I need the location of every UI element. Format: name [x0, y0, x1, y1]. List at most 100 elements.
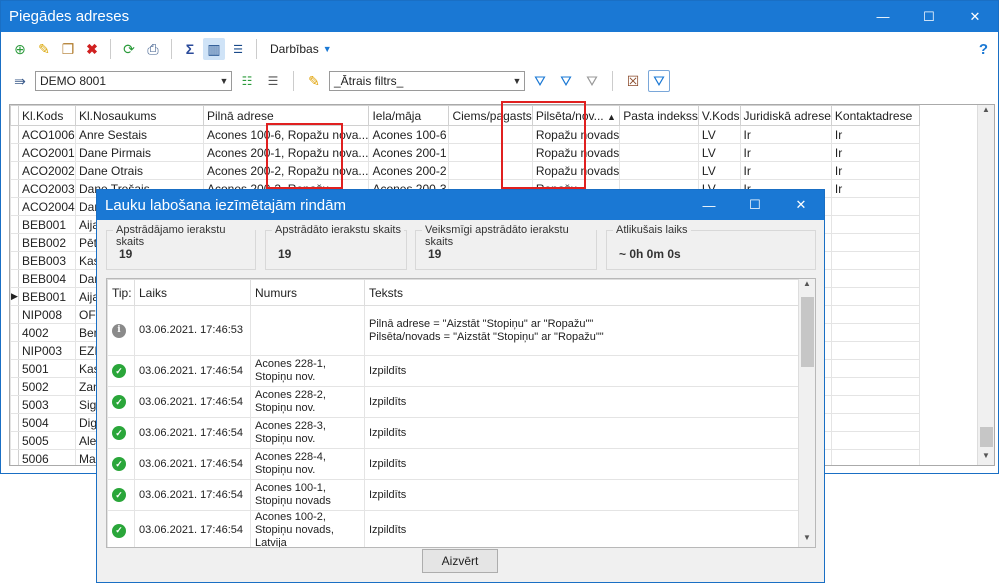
- table-cell[interactable]: 5003: [18, 395, 76, 414]
- table-cell[interactable]: 5004: [18, 413, 76, 432]
- table-cell[interactable]: ACO2004: [18, 197, 76, 216]
- tree-icon[interactable]: ☰: [227, 38, 249, 60]
- scroll-up-icon[interactable]: ▲: [978, 105, 994, 119]
- dataset-combo[interactable]: DEMO 8001 ▼: [35, 71, 232, 91]
- table-cell[interactable]: BEB004: [18, 269, 76, 288]
- scroll-thumb[interactable]: [801, 297, 814, 367]
- table-cell[interactable]: LV: [697, 161, 741, 180]
- delete-icon[interactable]: ✖: [81, 38, 103, 60]
- table-cell[interactable]: Ir: [739, 125, 832, 144]
- sum-icon[interactable]: Σ: [179, 38, 201, 60]
- table-row[interactable]: ACO1006 Anre Sestais Acones 100-6, Ropažu …: [10, 125, 920, 144]
- table-cell[interactable]: LV: [697, 125, 741, 144]
- filter-add-icon[interactable]: ⛛: [529, 70, 551, 92]
- table-cell[interactable]: Acones 100-6, Ropažu nova...: [202, 125, 370, 144]
- help-icon[interactable]: ?: [979, 41, 988, 58]
- add-icon[interactable]: ⊕: [9, 38, 31, 60]
- table-cell[interactable]: [830, 215, 920, 234]
- col-header-kods[interactable]: Kl.Kods: [18, 105, 76, 126]
- minimize-button[interactable]: —: [860, 1, 906, 32]
- table-cell[interactable]: [830, 287, 920, 306]
- table-cell[interactable]: Anre Sestais: [75, 125, 204, 144]
- table-cell[interactable]: Ropažu novads: [531, 143, 621, 162]
- log-row[interactable]: ✓ 03.06.2021. 17:46:54 Acones 228-1, Stopi…: [107, 355, 800, 387]
- table-cell[interactable]: Acones 200-1: [368, 143, 450, 162]
- table-cell[interactable]: [448, 161, 533, 180]
- table-cell[interactable]: [830, 413, 920, 432]
- table-cell[interactable]: ACO1006: [18, 125, 76, 144]
- filter-settings-icon[interactable]: ⛛: [648, 70, 670, 92]
- table-cell[interactable]: Acones 200-1, Ropažu nova...: [202, 143, 370, 162]
- col-header-ciems[interactable]: Ciems/pagasts: [448, 105, 533, 126]
- copy-icon[interactable]: ❐: [57, 38, 79, 60]
- table-cell[interactable]: [830, 269, 920, 288]
- col-header-pilseta[interactable]: Pilsēta/nov... ▲: [531, 105, 621, 126]
- close-button[interactable]: ✕: [952, 1, 998, 32]
- table-cell[interactable]: Ir: [739, 143, 832, 162]
- table-cell[interactable]: [830, 377, 920, 396]
- col-header-juridiska[interactable]: Juridiskā adrese: [739, 105, 832, 126]
- grid-scrollbar[interactable]: ▲ ▼: [977, 105, 994, 465]
- table-cell[interactable]: ACO2001: [18, 143, 76, 162]
- actions-menu[interactable]: Darbības ▼: [270, 42, 332, 56]
- scroll-down-icon[interactable]: ▼: [978, 451, 994, 465]
- table-cell[interactable]: 5002: [18, 377, 76, 396]
- table-cell[interactable]: [830, 395, 920, 414]
- scroll-thumb[interactable]: [980, 427, 993, 447]
- table-row[interactable]: ACO2002 Dane Otrais Acones 200-2, Ropažu n…: [10, 161, 920, 180]
- table-cell[interactable]: BEB001: [18, 287, 76, 306]
- table-row[interactable]: ACO2001 Dane Pirmais Acones 200-1, Ropažu …: [10, 143, 920, 162]
- table-cell[interactable]: Acones 200-2, Ropažu nova...: [202, 161, 370, 180]
- print-icon[interactable]: ⎙: [142, 38, 164, 60]
- table-cell[interactable]: [830, 323, 920, 342]
- log-scrollbar[interactable]: ▲ ▼: [798, 279, 815, 547]
- table-cell[interactable]: [830, 449, 920, 465]
- log-row[interactable]: ✓ 03.06.2021. 17:46:54 Acones 100-2, Stopi…: [107, 510, 800, 547]
- col-header-iela[interactable]: Iela/māja: [368, 105, 450, 126]
- filter-icon[interactable]: ⛛: [555, 70, 577, 92]
- scroll-down-icon[interactable]: ▼: [799, 533, 815, 547]
- log-col-text[interactable]: Teksts: [364, 279, 800, 306]
- table-cell[interactable]: Acones 100-6: [368, 125, 450, 144]
- table-cell[interactable]: [619, 125, 699, 144]
- log-col-time[interactable]: Laiks: [134, 279, 251, 306]
- col-header-vkods[interactable]: V.Kods: [697, 105, 741, 126]
- col-header-kontakt[interactable]: Kontaktadrese: [830, 105, 920, 126]
- scroll-up-icon[interactable]: ▲: [799, 279, 815, 293]
- log-col-type[interactable]: Tip:: [107, 279, 135, 306]
- maximize-button[interactable]: ☐: [906, 1, 952, 32]
- log-row[interactable]: ✓ 03.06.2021. 17:46:54 Acones 228-2, Stopi…: [107, 386, 800, 418]
- table-cell[interactable]: BEB001: [18, 215, 76, 234]
- table-cell[interactable]: BEB003: [18, 251, 76, 270]
- log-row[interactable]: ✓ 03.06.2021. 17:46:54 Acones 228-3, Stopi…: [107, 417, 800, 449]
- edit-icon[interactable]: ✎: [33, 38, 55, 60]
- dialog-minimize-button[interactable]: —: [686, 190, 732, 221]
- table-cell[interactable]: Acones 200-2: [368, 161, 450, 180]
- result-log[interactable]: Tip: Laiks Numurs Teksts i 03.06.2021. 17…: [106, 278, 816, 548]
- table-cell[interactable]: [830, 233, 920, 252]
- table-cell[interactable]: [830, 341, 920, 360]
- table-cell[interactable]: Dane Pirmais: [75, 143, 204, 162]
- table-cell[interactable]: [448, 125, 533, 144]
- table-cell[interactable]: Ir: [830, 179, 920, 198]
- table-cell[interactable]: [830, 359, 920, 378]
- table-cell[interactable]: Ir: [830, 161, 920, 180]
- table-cell[interactable]: 5006: [18, 449, 76, 465]
- table-cell[interactable]: [830, 305, 920, 324]
- log-col-number[interactable]: Numurs: [250, 279, 365, 306]
- refresh-icon[interactable]: ⟳: [118, 38, 140, 60]
- table-cell[interactable]: [830, 197, 920, 216]
- table-cell[interactable]: [448, 143, 533, 162]
- filter-edit-icon[interactable]: ✎: [303, 70, 325, 92]
- dialog-maximize-button[interactable]: ☐: [732, 190, 778, 221]
- table-cell[interactable]: BEB002: [18, 233, 76, 252]
- log-row[interactable]: ✓ 03.06.2021. 17:46:54 Acones 228-4, Stopi…: [107, 448, 800, 480]
- table-cell[interactable]: Ir: [739, 161, 832, 180]
- dialog-close-button[interactable]: ✕: [778, 190, 824, 221]
- close-dialog-button[interactable]: Aizvērt: [422, 549, 498, 573]
- filter-user-icon[interactable]: ☒: [622, 70, 644, 92]
- dataset-select-icon[interactable]: ⇛: [9, 70, 31, 92]
- table-cell[interactable]: 5001: [18, 359, 76, 378]
- table-cell[interactable]: ACO2002: [18, 161, 76, 180]
- table-cell[interactable]: 5005: [18, 431, 76, 450]
